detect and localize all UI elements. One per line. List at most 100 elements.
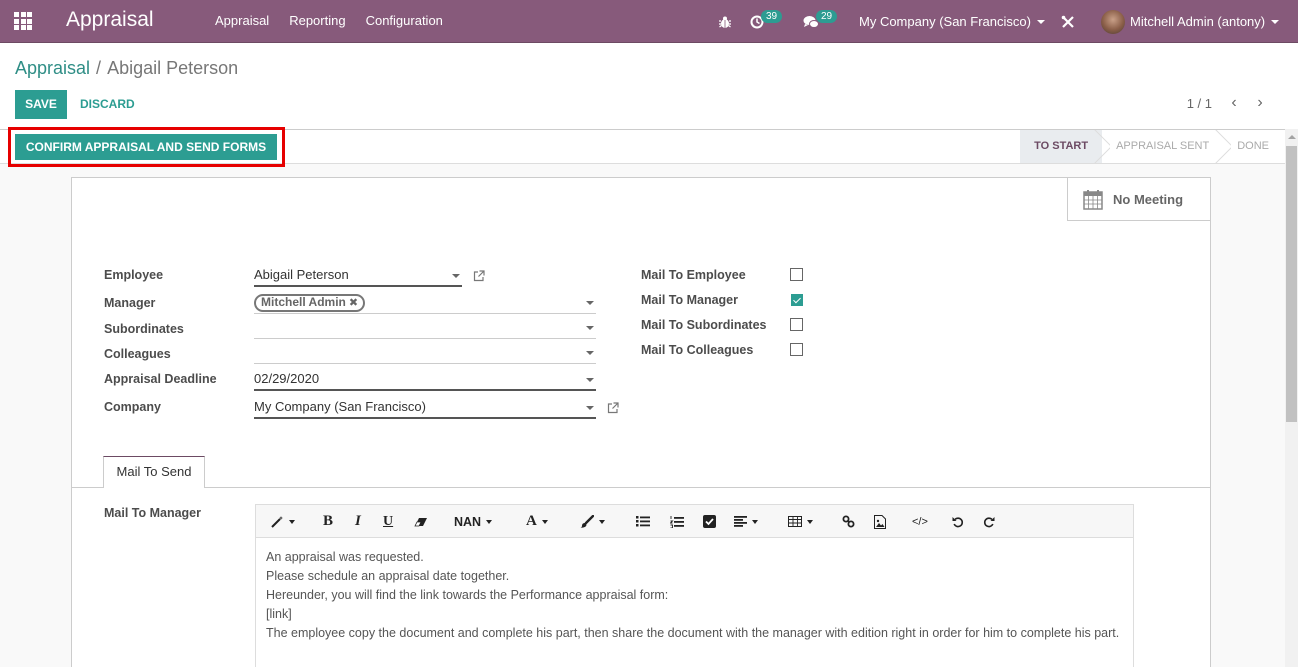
tabs-divider [72,487,1210,488]
deadline-value: 02/29/2020 [254,371,320,386]
stage-pipeline: TO START APPRAISAL SENT DONE [1020,130,1285,163]
menu-reporting[interactable]: Reporting [289,13,345,28]
colleagues-field[interactable] [254,342,596,364]
subordinates-field[interactable] [254,317,596,339]
content-line: Hereunder, you will find the link toward… [266,588,669,602]
form-sheet: No Meeting Employee Abigail Peterson Man… [71,177,1211,667]
manager-field[interactable]: Mitchell Admin ✖ [254,292,596,314]
user-name: Mitchell Admin (antony) [1130,14,1266,29]
mail-to-colleagues-label: Mail To Colleagues [641,343,754,357]
employee-field[interactable]: Abigail Peterson [254,265,462,287]
breadcrumb-parent[interactable]: Appraisal [15,58,90,78]
image-icon[interactable] [874,505,886,538]
code-view-icon[interactable]: </> [912,505,928,538]
redo-icon[interactable] [983,505,995,538]
activities-badge: 39 [761,10,783,23]
paint-brush-icon[interactable] [580,505,605,538]
menu-appraisal[interactable]: Appraisal [215,13,269,28]
deadline-field[interactable]: 02/29/2020 [254,369,596,391]
messages-badge: 29 [816,10,838,23]
font-size-value: NAN [454,514,482,529]
confirm-appraisal-button[interactable]: CONFIRM APPRAISAL AND SEND FORMS [15,134,277,160]
remove-tag-icon[interactable]: ✖ [349,297,358,309]
tools-icon[interactable] [1061,0,1075,43]
avatar [1101,9,1125,34]
user-menu[interactable]: Mitchell Admin (antony) [1101,0,1280,43]
company-field[interactable]: My Company (San Francisco) [254,397,596,419]
mail-to-subordinates-label: Mail To Subordinates [641,318,767,332]
external-link-icon[interactable] [607,402,619,414]
pager-next-icon[interactable]: › [1250,95,1270,111]
breadcrumb: Appraisal / Abigail Peterson [15,58,238,79]
app-title: Appraisal [66,8,154,31]
messages-button[interactable]: 29 [803,0,838,43]
company-switcher[interactable]: My Company (San Francisco) [859,0,1045,43]
mail-to-employee-checkbox[interactable] [790,268,803,281]
font-color-icon[interactable]: A [526,505,548,538]
breadcrumb-current: Abigail Peterson [107,58,239,78]
manager-label: Manager [104,296,156,310]
editor-content[interactable]: An appraisal was requested. Please sched… [256,538,1133,653]
stage-arrow [1094,130,1110,163]
stage-done[interactable]: DONE [1223,130,1285,163]
company-label: Company [104,400,161,414]
colleagues-label: Colleagues [104,347,171,361]
unordered-list-icon[interactable] [636,505,650,538]
editor-toolbar: B I U NAN A </> [256,505,1133,538]
mail-to-colleagues-checkbox[interactable] [790,343,803,356]
discard-button[interactable]: DISCARD [80,90,135,119]
scroll-up-icon[interactable] [1288,135,1296,139]
mail-to-employee-label: Mail To Employee [641,268,746,282]
deadline-label: Appraisal Deadline [104,372,217,386]
eraser-icon[interactable] [414,505,428,538]
font-size-dropdown[interactable]: NAN [454,505,493,538]
stage-arrow [1215,130,1231,163]
meeting-label: No Meeting [1113,191,1184,207]
pager-value[interactable]: 1 / 1 [1187,96,1212,111]
stage-to-start[interactable]: TO START [1020,130,1103,163]
chevron-down-icon [586,301,594,305]
magic-wand-icon[interactable] [271,505,295,538]
meeting-smart-button[interactable]: No Meeting [1067,178,1210,221]
top-navbar: Appraisal Appraisal Reporting Configurat… [0,0,1298,43]
mail-to-manager-checkbox[interactable] [791,294,803,306]
content-line: Please schedule an appraisal date togeth… [266,569,510,583]
ordered-list-icon[interactable] [670,505,684,538]
stage-appraisal-sent[interactable]: APPRAISAL SENT [1102,130,1224,163]
menu-configuration[interactable]: Configuration [366,13,443,28]
apps-menu-icon[interactable] [14,12,32,30]
stage-label: DONE [1237,140,1269,152]
debug-icon[interactable] [718,0,732,43]
link-icon[interactable] [842,505,855,538]
undo-icon[interactable] [952,505,964,538]
chevron-down-icon [1271,19,1280,24]
italic-icon[interactable]: I [355,505,361,538]
pager: 1 / 1 ‹ › [1187,95,1270,111]
mail-to-subordinates-checkbox[interactable] [790,318,803,331]
external-link-icon[interactable] [473,270,485,282]
vertical-scrollbar[interactable] [1285,129,1298,667]
scrollbar-thumb[interactable] [1286,146,1297,422]
bold-icon[interactable]: B [323,505,333,538]
mail-to-manager-label: Mail To Manager [641,293,739,307]
content-line: An appraisal was requested. [266,550,424,564]
checklist-icon[interactable] [703,505,716,538]
calendar-icon [1083,189,1103,210]
company-name: My Company (San Francisco) [859,14,1031,29]
save-button[interactable]: SAVE [15,90,67,119]
company-value: My Company (San Francisco) [254,399,426,414]
chevron-down-icon [586,351,594,355]
tab-mail-to-send[interactable]: Mail To Send [103,456,205,488]
chevron-down-icon [586,406,594,410]
activities-button[interactable]: 39 [750,0,783,43]
align-icon[interactable] [734,505,758,538]
pager-previous-icon[interactable]: ‹ [1224,95,1244,111]
underline-icon[interactable]: U [383,505,393,538]
stage-label: TO START [1034,140,1089,152]
mail-editor[interactable]: B I U NAN A </> An appraisal was request… [255,504,1134,667]
breadcrumb-separator: / [96,58,102,78]
employee-value: Abigail Peterson [254,267,349,282]
manager-tag-label: Mitchell Admin [261,295,346,309]
chevron-down-icon [452,274,460,278]
table-icon[interactable] [788,505,813,538]
